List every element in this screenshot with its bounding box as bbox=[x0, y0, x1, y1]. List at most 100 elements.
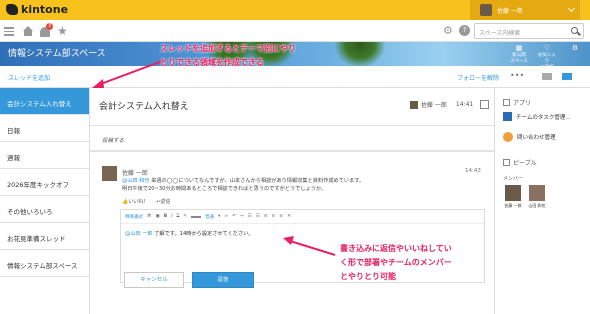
comment-body-line: @山田 和也 来週の◯◯についてなんですが、山本さんから相談があり情報収集と資料… bbox=[122, 177, 462, 184]
editor-content: 了解です。14時から設定させてください。 bbox=[152, 231, 254, 237]
reply-label: 返信 bbox=[160, 199, 171, 205]
grid-icon: ▦ bbox=[515, 44, 523, 52]
comment-time: 14:43 bbox=[465, 168, 481, 174]
redo-icon[interactable]: → bbox=[240, 214, 244, 219]
list-icon[interactable]: ☰ bbox=[248, 214, 252, 219]
link-icon[interactable]: ∞ bbox=[224, 214, 228, 219]
home-icon[interactable] bbox=[22, 25, 34, 37]
unfollow-link[interactable]: フォローを解除 bbox=[457, 73, 499, 82]
user-name: 佐藤 一郎 bbox=[497, 7, 523, 15]
chevron-down-icon: ▾ bbox=[218, 214, 221, 219]
bold-icon[interactable]: B bbox=[164, 214, 167, 219]
avatar bbox=[529, 185, 545, 201]
image-icon[interactable]: ▣ bbox=[156, 214, 160, 219]
member-name: 山田 和也 bbox=[528, 203, 546, 208]
sidebar-item-daily[interactable]: 日報 bbox=[0, 115, 89, 142]
notification-badge: 3 bbox=[46, 23, 53, 30]
sidebar-item-space[interactable]: 情報システム部スペース bbox=[0, 250, 89, 277]
app-link-tasks[interactable]: チームのタスク管理... bbox=[503, 112, 571, 121]
avatar bbox=[505, 185, 521, 201]
search-input[interactable]: スペース内検索 bbox=[474, 23, 584, 39]
gear-icon: ⚙ bbox=[571, 44, 579, 52]
search-icon[interactable] bbox=[571, 27, 578, 34]
comment-text: 来週の◯◯についてなんですが、山本さんから相談があり情報収集と資料作成めています… bbox=[149, 178, 365, 184]
cancel-button[interactable]: キャンセル bbox=[124, 272, 184, 288]
sidebar-item-accounting[interactable]: 会計システム入れ替え bbox=[0, 88, 89, 115]
help-icon[interactable]: ? bbox=[459, 25, 470, 36]
font-size-select[interactable]: 普通 bbox=[205, 214, 214, 220]
clear-format-icon[interactable]: ✕ bbox=[287, 214, 291, 219]
app-icon bbox=[503, 132, 513, 142]
space-action-label: お気に入り bbox=[538, 53, 556, 64]
apps-heading-text: アプリ bbox=[513, 100, 532, 107]
thread-meta: 佐藤 一郎 14:41 bbox=[410, 100, 490, 109]
strike-icon[interactable]: T bbox=[177, 214, 180, 219]
top-bar: kintone 佐藤 一郎 bbox=[0, 0, 590, 20]
mention-link[interactable]: @山田 一郎 bbox=[125, 231, 153, 237]
sidebar-item-misc[interactable]: その他いろいろ bbox=[0, 196, 89, 223]
undo-icon[interactable]: ↶ bbox=[232, 214, 236, 219]
annotation-text: く形で部署やチームのメンバー bbox=[340, 258, 452, 267]
sidebar-item-kickoff[interactable]: 2026年度キックオフ bbox=[0, 169, 89, 196]
gear-icon[interactable]: ⚙ bbox=[443, 25, 455, 37]
like-button[interactable]: 👍いいね！ bbox=[122, 198, 148, 205]
mention-link[interactable]: @山田 和也 bbox=[122, 178, 150, 184]
thread-title: 会計システム入れ替え bbox=[99, 102, 189, 112]
avatar[interactable] bbox=[102, 166, 117, 181]
space-action-label: スペース bbox=[510, 59, 528, 64]
annotation-top: スレッドを追加するとテーマ別にやり とりできる領域を作成できる bbox=[160, 42, 360, 70]
thread-time: 14:41 bbox=[455, 101, 474, 108]
attach-icon[interactable]: ⌘ bbox=[147, 214, 152, 219]
text-color-icon[interactable] bbox=[191, 215, 202, 218]
align-right-icon[interactable]: ≡ bbox=[279, 214, 283, 219]
add-thread-link[interactable]: スレッドを追加 bbox=[8, 73, 50, 82]
view-toggle-icon[interactable] bbox=[542, 73, 552, 80]
annotation-text: とやりとり可能 bbox=[340, 272, 396, 281]
comment-author[interactable]: 佐藤 一郎 bbox=[122, 168, 148, 177]
align-center-icon[interactable]: ≡ bbox=[272, 214, 276, 219]
favorite-icon: ♡ bbox=[543, 44, 551, 52]
italic-icon[interactable]: I bbox=[171, 214, 172, 219]
more-options-icon[interactable]: ••• bbox=[510, 71, 524, 80]
people-icon bbox=[503, 159, 510, 166]
editor-text[interactable]: @山田 一郎 了解です。14時から設定させてください。 bbox=[121, 224, 484, 243]
logo-text: kintone bbox=[21, 3, 69, 16]
member-name: 佐藤 一郎 bbox=[504, 203, 522, 208]
annotation-text: 書き込みに返信やいいねしてい bbox=[340, 244, 452, 253]
view-toggle-icon[interactable] bbox=[562, 73, 572, 80]
reply-link[interactable]: ↩返信 bbox=[156, 198, 170, 205]
reply-button[interactable]: 返信 bbox=[192, 272, 254, 288]
comment-actions: 👍いいね！ ↩返信 bbox=[122, 198, 170, 205]
sidebar-item-hanami[interactable]: お花見準備スレッド bbox=[0, 223, 89, 250]
comment-body-line: 明日午後で20~30分お時間あるところで相談できればと思うのですがどうでしょうか… bbox=[122, 186, 327, 192]
annotation-text: スレッドを追加するとテーマ別にやり bbox=[160, 44, 296, 53]
app-link-inquiries[interactable]: 問い合わせ管理 bbox=[503, 132, 556, 142]
member-item[interactable]: 山田 和也 bbox=[527, 185, 547, 209]
edit-icon[interactable] bbox=[480, 100, 490, 109]
numbered-list-icon[interactable]: ☰ bbox=[256, 214, 260, 219]
thread-author[interactable]: 佐藤 一郎 bbox=[421, 100, 447, 109]
search-placeholder: スペース内検索 bbox=[479, 30, 521, 37]
app-icon bbox=[503, 112, 512, 121]
user-avatar bbox=[480, 4, 492, 16]
post-input[interactable]: 投稿する bbox=[90, 125, 494, 151]
annotation-bottom: 書き込みに返信やいいねしてい く形で部署やチームのメンバー とやりとり可能 bbox=[340, 242, 480, 284]
members-label: メンバー bbox=[503, 176, 524, 182]
people-heading: ピープル bbox=[503, 158, 537, 167]
like-label: いいね！ bbox=[128, 199, 149, 205]
people-heading-text: ピープル bbox=[513, 160, 537, 167]
kintone-logo-icon bbox=[6, 4, 18, 15]
editor-toolbar: 特殊書式 ⌘ ▣ B I T ✎ 普通 ▾ ∞ ↶ → ☰ ☰ ≡ ≡ ≡ ✕ bbox=[121, 210, 484, 224]
app-label: 問い合わせ管理 bbox=[517, 135, 556, 141]
sidebar-item-weekly[interactable]: 週報 bbox=[0, 142, 89, 169]
align-left-icon[interactable]: ≡ bbox=[264, 214, 268, 219]
pen-icon[interactable]: ✎ bbox=[183, 214, 187, 219]
menu-icon[interactable] bbox=[4, 25, 16, 37]
user-menu[interactable]: 佐藤 一郎 bbox=[470, 0, 580, 20]
app-logo[interactable]: kintone bbox=[6, 3, 68, 16]
format-link[interactable]: 特殊書式 bbox=[125, 214, 143, 220]
nav-bar: 3 ★ ⚙ ? スペース内検索 bbox=[0, 20, 590, 42]
star-icon[interactable]: ★ bbox=[57, 25, 69, 37]
member-item[interactable]: 佐藤 一郎 bbox=[503, 185, 523, 209]
thread-sidebar: 会計システム入れ替え 日報 週報 2026年度キックオフ その他いろいろ お花見… bbox=[0, 88, 90, 314]
